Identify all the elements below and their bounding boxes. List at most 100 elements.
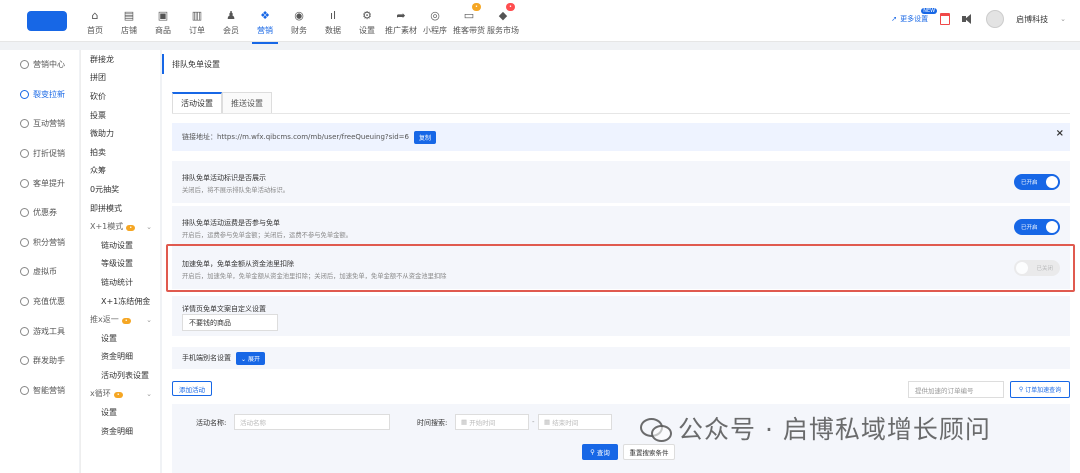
- submenu-item[interactable]: 拍卖: [81, 143, 160, 162]
- watermark-text: 公众号 · 启博私域增长顾问: [678, 415, 991, 444]
- nav-item-1[interactable]: ▤ 店铺: [112, 4, 146, 40]
- nav-item-0[interactable]: ⌂ 首页: [78, 4, 112, 40]
- tab-push-settings[interactable]: 推送设置: [222, 92, 272, 114]
- submenu-item[interactable]: 砍价: [81, 87, 160, 106]
- watermark: 公众号 · 启博私域增长顾问: [640, 410, 991, 446]
- sidebar-item-0[interactable]: 营销中心: [0, 50, 79, 80]
- query-button[interactable]: ⚲ 查询: [582, 444, 618, 460]
- secondary-sidebar: 群接龙 拼团 砍价 投票 微助力 拍卖 众筹 0元抽奖 即拼模式 X+1模式 • ⌄ 链动设置 等级设置链…: [80, 50, 160, 473]
- order-number-input[interactable]: 提供加速的订单编号: [908, 381, 1004, 398]
- nav-badge: •: [472, 3, 481, 11]
- calendar-icon: ▦: [461, 418, 470, 426]
- submenu-item[interactable]: 资金明细: [81, 348, 160, 367]
- nav-item-9[interactable]: ➦ 推广素材: [384, 4, 418, 40]
- submenu-item[interactable]: 设置: [81, 329, 160, 348]
- submenu-item[interactable]: 0元抽奖: [81, 180, 160, 199]
- add-activity-button[interactable]: 添加活动: [172, 381, 212, 396]
- store-icon: ▤: [123, 9, 135, 22]
- submenu-item[interactable]: 活动列表设置: [81, 366, 160, 385]
- nav-item-5[interactable]: ❖ 营销: [248, 4, 282, 44]
- nav-label: 会员: [223, 25, 239, 35]
- sidebar-item-label: 智能营销: [33, 385, 65, 395]
- search-icon: ⚲: [590, 448, 597, 456]
- menu-icon: [20, 208, 29, 218]
- marketing-icon: ❖: [260, 9, 270, 22]
- new-badge: •: [126, 225, 136, 232]
- submenu-item[interactable]: 即拼模式: [81, 199, 160, 218]
- user-name[interactable]: 启博科技: [1016, 14, 1048, 25]
- menu-icon: [20, 267, 29, 277]
- sidebar-item-1[interactable]: 裂变拉新: [0, 80, 79, 110]
- tab-activity-settings[interactable]: 活动设置: [172, 92, 222, 114]
- sidebar-item-2[interactable]: 互动营销: [0, 109, 79, 139]
- submenu-item[interactable]: 投票: [81, 106, 160, 125]
- start-time-input[interactable]: ▦ 开始时间: [455, 414, 529, 430]
- activity-name-input[interactable]: 活动名称: [234, 414, 390, 430]
- mobile-alias-setting: 手机端别名设置 ⌄ 展开: [172, 347, 1070, 369]
- end-time-input[interactable]: ▦ 结束时间: [538, 414, 612, 430]
- submenu-item[interactable]: 众筹: [81, 162, 160, 181]
- sidebar-item-10[interactable]: 群发助手: [0, 346, 79, 376]
- sidebar-item-8[interactable]: 充值优惠: [0, 287, 79, 317]
- nav-item-10[interactable]: ◎ 小程序: [418, 4, 452, 40]
- copy-button[interactable]: 复制: [414, 130, 437, 144]
- toggle-switch[interactable]: 已开启: [1014, 219, 1060, 235]
- submenu-group[interactable]: x循环 • ⌄: [81, 385, 160, 404]
- data-icon: ıl: [329, 9, 337, 22]
- toggle-switch[interactable]: 已开启: [1014, 174, 1060, 190]
- submenu-item[interactable]: 等级设置: [81, 255, 160, 274]
- close-icon[interactable]: ×: [1056, 128, 1064, 139]
- nav-item-7[interactable]: ıl 数据: [316, 4, 350, 40]
- trash-icon[interactable]: [940, 13, 951, 25]
- nav-item-8[interactable]: ⚙ 设置: [350, 4, 384, 40]
- new-badge: •: [121, 318, 131, 325]
- detail-copy-input[interactable]: 不要钱的商品: [182, 314, 278, 331]
- reset-search-button[interactable]: 重置搜索条件: [623, 444, 675, 460]
- expand-button[interactable]: ⌄ 展开: [236, 351, 265, 365]
- nav-item-2[interactable]: ▣ 商品: [146, 4, 180, 40]
- setting-row-shipping-free: 排队免单活动运费是否参与免单 开启后，运费参与免单金额；关闭后，运费不参与免单金…: [172, 206, 1070, 248]
- menu-icon: [20, 356, 29, 366]
- finance-icon: ◉: [294, 9, 304, 22]
- sidebar-item-3[interactable]: 打折促销: [0, 139, 79, 169]
- nav-label: 数据: [325, 25, 341, 35]
- nav-label: 首页: [87, 25, 103, 35]
- nav-item-6[interactable]: ◉ 财务: [282, 4, 316, 40]
- sidebar-item-7[interactable]: 虚拟币: [0, 257, 79, 287]
- submenu-item[interactable]: 群接龙: [81, 50, 160, 69]
- sidebar-item-5[interactable]: 优惠券: [0, 198, 79, 228]
- main-nav: ⌂ 首页 ▤ 店铺 ▣ 商品 ▥ 订单 ♟ 会员 ❖ 营销 ◉ 财务 ıl 数据 ⚙ 设置 ➦ 推广素材 ◎ 小程序 ▭ 推客…: [78, 3, 520, 44]
- menu-icon: [20, 178, 29, 188]
- sidebar-item-4[interactable]: 客单提升: [0, 168, 79, 198]
- submenu-item[interactable]: X+1冻结佣金: [81, 292, 160, 311]
- submenu-item[interactable]: 设置: [81, 403, 160, 422]
- calendar-icon: ▦: [544, 418, 553, 426]
- sidebar-item-label: 优惠券: [33, 208, 57, 218]
- nav-item-12[interactable]: ◆ 服务市场 •: [486, 3, 520, 40]
- nav-item-3[interactable]: ▥ 订单: [180, 4, 214, 40]
- submenu-item[interactable]: 拼团: [81, 69, 160, 88]
- setting-desc: 开启后，运费参与免单金额；关闭后，运费不参与免单金额。: [182, 232, 353, 239]
- order-search-button[interactable]: ⚲ 订单加速查询: [1010, 381, 1070, 398]
- chevron-down-icon[interactable]: ⌄: [1060, 15, 1066, 23]
- submenu-item[interactable]: 微助力: [81, 124, 160, 143]
- submenu-item[interactable]: 链动统计: [81, 273, 160, 292]
- speaker-icon[interactable]: [962, 14, 974, 24]
- nav-label: 推广素材: [385, 25, 417, 35]
- more-settings-link[interactable]: ➚ 更多设置 NEW: [891, 8, 938, 24]
- sidebar-item-6[interactable]: 积分营销: [0, 228, 79, 258]
- detail-title: 详情页免单文案自定义设置: [182, 305, 266, 313]
- nav-item-11[interactable]: ▭ 推客带货 •: [452, 3, 486, 40]
- sidebar-item-9[interactable]: 游戏工具: [0, 316, 79, 346]
- avatar[interactable]: [986, 10, 1005, 28]
- submenu-item[interactable]: 资金明细: [81, 422, 160, 441]
- submenu-group[interactable]: X+1模式 • ⌄: [81, 217, 160, 236]
- submenu-group[interactable]: 推x返一 • ⌄: [81, 310, 160, 329]
- detail-copy-setting: 详情页免单文案自定义设置 不要钱的商品: [172, 296, 1070, 336]
- submenu-group-title: X+1模式 •: [90, 221, 136, 232]
- order-icon: ▥: [191, 9, 203, 22]
- nav-item-4[interactable]: ♟ 会员: [214, 4, 248, 40]
- sidebar-item-11[interactable]: 智能营销: [0, 376, 79, 406]
- submenu-item[interactable]: 链动设置: [81, 236, 160, 255]
- brand-logo[interactable]: [27, 11, 67, 31]
